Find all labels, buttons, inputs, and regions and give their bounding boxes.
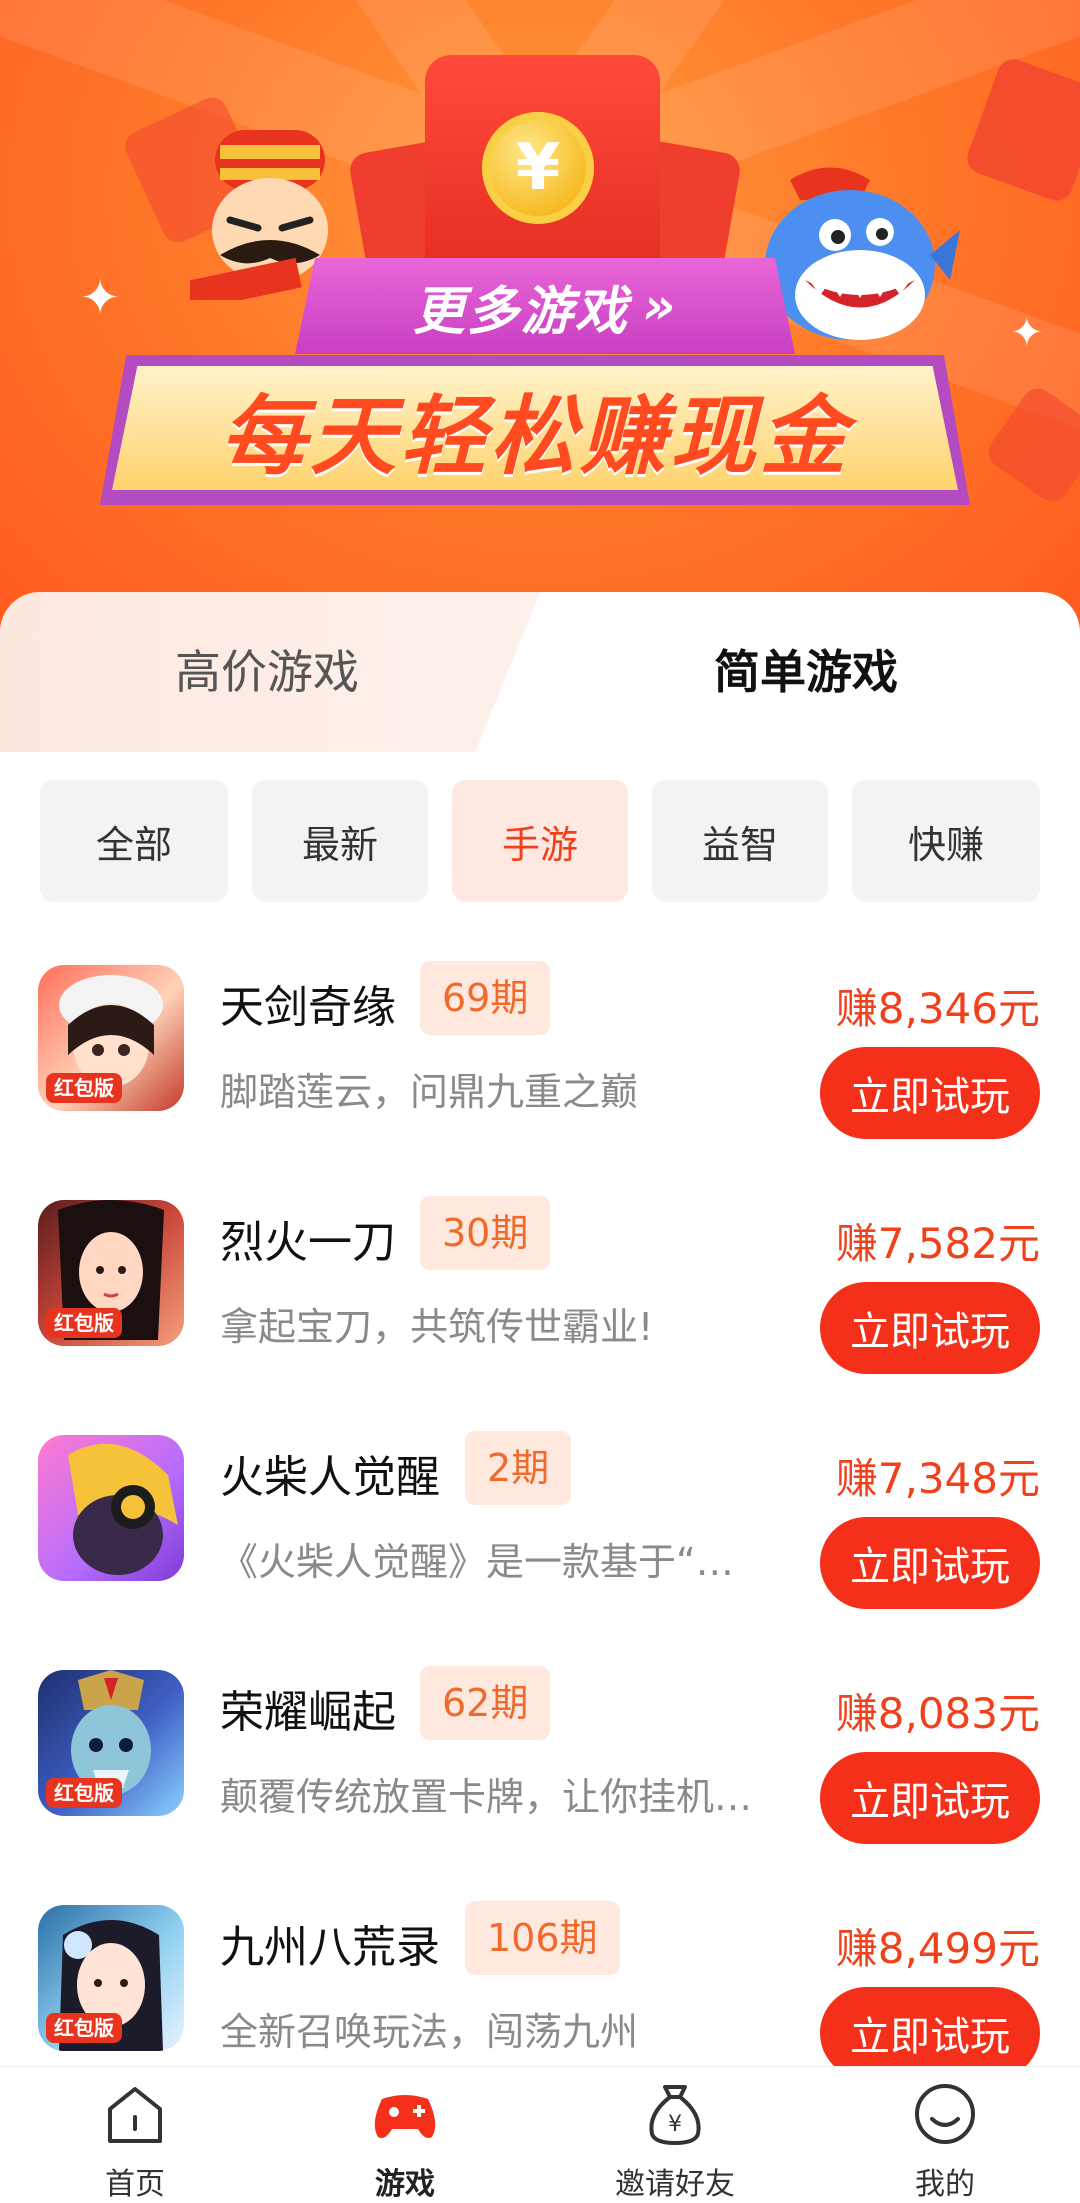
red-envelope-deco — [962, 54, 1080, 206]
double-chevron-right-icon: » — [642, 277, 678, 335]
earn-amount: 赚8,346元 — [835, 984, 1040, 1033]
game-name: 九州八荒录 — [220, 1922, 440, 1973]
nav-item-mine[interactable]: 我的 — [845, 2079, 1045, 2203]
tab-simple-games-label[interactable]: 简单游戏 — [714, 636, 898, 702]
game-description: 拿起宝刀，共筑传世霸业! — [220, 1305, 654, 1349]
try-now-button[interactable]: 立即试玩 — [820, 1282, 1040, 1374]
promo-banner[interactable]: ¥ ✦ ✦ 更多游戏 » 每天轻松赚现金 — [0, 0, 1080, 640]
try-now-button[interactable]: 立即试玩 — [820, 1517, 1040, 1609]
filter-chip-puzzle[interactable]: 益智 — [652, 780, 828, 902]
try-now-button[interactable]: 立即试玩 — [820, 1047, 1040, 1139]
earn-amount: 赚8,499元 — [835, 1924, 1040, 1973]
earn-amount: 赚7,582元 — [835, 1219, 1040, 1268]
sparkle-icon: ✦ — [1010, 310, 1044, 356]
game-description: 脚踏莲云，问鼎九重之巅 — [220, 1070, 639, 1114]
game-type-tabs: 高价游戏 简单游戏 — [0, 592, 1080, 752]
slogan-banner: 每天轻松赚现金 — [112, 366, 958, 490]
game-icon — [38, 1435, 184, 1581]
filter-chip-quick-earn[interactable]: 快赚 — [852, 780, 1040, 902]
money-bag-icon: ¥ — [649, 2085, 701, 2145]
game-name: 天剑奇缘 — [220, 982, 396, 1033]
game-description: 《火柴人觉醒》是一款基于“… — [220, 1540, 734, 1584]
earn-amount: 赚8,083元 — [835, 1689, 1040, 1738]
game-name: 烈火一刀 — [220, 1217, 396, 1268]
red-packet-badge: 红包版 — [46, 2013, 122, 2043]
game-description: 全新召唤玩法，闯荡九州 — [220, 2010, 639, 2054]
nav-item-invite-friends[interactable]: ¥ 邀请好友 — [575, 2079, 775, 2203]
slogan-text: 每天轻松赚现金 — [220, 386, 850, 487]
nav-item-home[interactable]: 首页 — [35, 2079, 235, 2203]
game-icon: 红包版 — [38, 965, 184, 1111]
period-badge: 2期 — [465, 1431, 572, 1505]
gamepad-icon — [374, 2095, 436, 2138]
sparkle-icon: ✦ — [80, 270, 121, 326]
nav-item-games[interactable]: 游戏 — [305, 2079, 505, 2203]
game-list-item[interactable]: 红包版 烈火一刀 30期 拿起宝刀，共筑传世霸业! 赚7,582元 立即试玩 — [0, 1196, 1080, 1374]
bottom-navigation: 首页 游戏 ¥ 邀请好友 我的 — [0, 2066, 1080, 2203]
game-list-item[interactable]: 红包版 九州八荒录 106期 全新召唤玩法，闯荡九州 赚8,499元 立即试玩 — [0, 1901, 1080, 2079]
more-games-label: 更多游戏 — [412, 281, 629, 342]
tab-high-price-label[interactable]: 高价游戏 — [175, 636, 359, 702]
yuan-coin-icon: ¥ — [482, 112, 594, 224]
filter-chip-all[interactable]: 全部 — [40, 780, 228, 902]
try-now-button[interactable]: 立即试玩 — [820, 1752, 1040, 1844]
filter-chip-newest[interactable]: 最新 — [252, 780, 428, 902]
game-description: 颠覆传统放置卡牌，让你挂机… — [220, 1775, 753, 1819]
svg-text:¥: ¥ — [668, 2112, 682, 2137]
earn-amount: 赚7,348元 — [835, 1454, 1040, 1503]
red-packet-badge: 红包版 — [46, 1308, 122, 1338]
nav-label-invite-friends: 邀请好友 — [615, 2167, 735, 2202]
game-list-item[interactable]: 红包版 天剑奇缘 69期 脚踏莲云，问鼎九重之巅 赚8,346元 立即试玩 — [0, 961, 1080, 1139]
category-filter-bar: 全部 最新 手游 益智 快赚 — [40, 780, 1040, 902]
game-icon: 红包版 — [38, 1905, 184, 2051]
game-icon: 红包版 — [38, 1670, 184, 1816]
smile-face-icon — [915, 2084, 975, 2144]
game-list-item[interactable]: 红包版 荣耀崛起 62期 颠覆传统放置卡牌，让你挂机… 赚8,083元 立即试玩 — [0, 1666, 1080, 1844]
more-games-button[interactable]: 更多游戏 » — [295, 258, 795, 354]
game-icon: 红包版 — [38, 1200, 184, 1346]
period-badge: 62期 — [420, 1666, 551, 1740]
home-icon — [108, 2087, 162, 2143]
red-packet-badge: 红包版 — [46, 1073, 122, 1103]
period-badge: 106期 — [465, 1901, 620, 1975]
red-packet-badge: 红包版 — [46, 1778, 122, 1808]
period-badge: 30期 — [420, 1196, 551, 1270]
game-list-item[interactable]: 火柴人觉醒 2期 《火柴人觉醒》是一款基于“… 赚7,348元 立即试玩 — [0, 1431, 1080, 1609]
nav-label-mine: 我的 — [915, 2167, 975, 2202]
nav-label-games: 游戏 — [375, 2167, 435, 2202]
game-name: 荣耀崛起 — [220, 1687, 396, 1738]
nav-label-home: 首页 — [105, 2167, 165, 2202]
filter-chip-mobile-games[interactable]: 手游 — [452, 780, 628, 902]
period-badge: 69期 — [420, 961, 551, 1035]
game-name: 火柴人觉醒 — [220, 1452, 440, 1503]
